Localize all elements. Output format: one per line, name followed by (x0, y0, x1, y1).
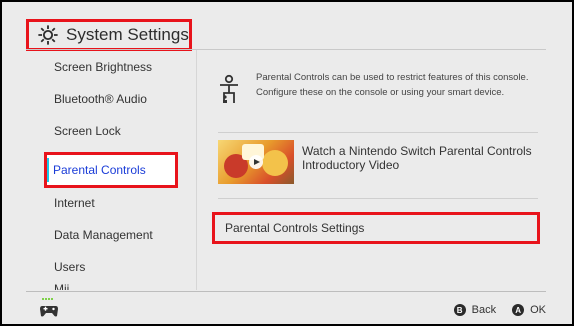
sidebar-item-internet[interactable]: Internet (26, 190, 194, 216)
back-button[interactable]: B Back (453, 304, 497, 316)
page-title: System Settings (66, 25, 189, 44)
sidebar-item-mii[interactable]: Mii (26, 276, 194, 290)
sidebar-item-label: Bluetooth® Audio (54, 92, 147, 106)
sidebar-item-screen-brightness[interactable]: Screen Brightness (26, 54, 194, 80)
ok-label: OK (530, 304, 546, 316)
info-description: Parental Controls can be used to restric… (256, 72, 529, 98)
back-label: Back (471, 304, 497, 316)
sidebar: Screen Brightness Bluetooth® Audio Scree… (26, 50, 194, 290)
sidebar-item-label: Mii (54, 282, 70, 290)
page-title-box: System Settings (26, 19, 192, 51)
settings-button-label: Parental Controls Settings (225, 221, 365, 235)
footer-divider (26, 291, 546, 292)
sidebar-item-data-management[interactable]: Data Management (26, 222, 194, 248)
sidebar-item-label: Parental Controls (53, 163, 146, 177)
a-button-icon: A (512, 304, 525, 316)
parental-controls-info: Parental Controls can be used to restric… (218, 70, 528, 130)
video-title: Watch a Nintendo Switch Parental Control… (302, 144, 532, 172)
sidebar-item-bluetooth-audio[interactable]: Bluetooth® Audio (26, 86, 194, 112)
screenshot-frame: System Settings Screen Brightness Blueto… (0, 0, 574, 326)
controller-icon (40, 298, 58, 317)
b-button-icon: B (453, 304, 466, 316)
footer-actions: B Back A OK (438, 304, 546, 316)
header: System Settings (2, 2, 572, 51)
sidebar-item-screen-lock[interactable]: Screen Lock (26, 118, 194, 144)
sidebar-item-label: Users (54, 260, 86, 274)
content-panel: Parental Controls can be used to restric… (198, 50, 572, 290)
video-thumbnail (218, 140, 294, 184)
sidebar-divider (196, 50, 197, 290)
ok-button[interactable]: A OK (512, 304, 546, 316)
gear-icon (38, 25, 58, 45)
sidebar-item-parental-controls[interactable]: Parental Controls (44, 152, 178, 188)
sidebar-item-label: Data Management (54, 228, 153, 242)
parental-controls-settings-button[interactable]: Parental Controls Settings (212, 212, 540, 244)
selection-indicator (47, 158, 49, 182)
sidebar-item-label: Internet (54, 196, 95, 210)
play-icon (249, 155, 263, 169)
sidebar-item-label: Screen Brightness (54, 60, 153, 74)
sidebar-item-label: Screen Lock (54, 124, 121, 138)
content-divider (218, 198, 538, 199)
parental-controls-icon (220, 74, 238, 103)
content-divider (218, 132, 538, 133)
intro-video-link[interactable]: Watch a Nintendo Switch Parental Control… (218, 140, 538, 190)
settings-screen: System Settings Screen Brightness Blueto… (2, 2, 572, 324)
